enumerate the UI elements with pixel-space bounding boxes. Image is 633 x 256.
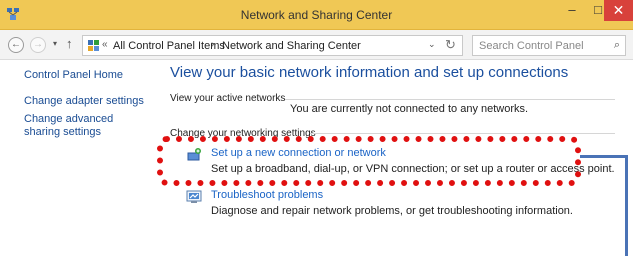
- divider: [285, 99, 615, 100]
- address-path[interactable]: « All Control Panel Items › Network and …: [82, 35, 463, 56]
- breadcrumb-overflow[interactable]: «: [102, 39, 108, 50]
- address-bar: ← → ▾ ↑ « All Control Panel Items › Netw…: [0, 30, 633, 60]
- breadcrumb-all-items[interactable]: All Control Panel Items: [113, 40, 225, 52]
- sidebar-item-advanced-sharing[interactable]: Change advanced sharing settings: [24, 113, 144, 139]
- overlay-frame: [580, 155, 628, 256]
- search-placeholder: Search Control Panel: [479, 40, 584, 52]
- back-button[interactable]: ←: [8, 37, 24, 53]
- page-title: View your basic network information and …: [170, 64, 569, 81]
- active-networks-title: View your active networks: [170, 93, 286, 104]
- control-panel-icon: [88, 40, 99, 51]
- minimize-button[interactable]: –: [559, 0, 585, 21]
- sidebar: Control Panel Home Change adapter settin…: [0, 61, 158, 256]
- refresh-icon[interactable]: ↻: [445, 37, 456, 53]
- breadcrumb-network-center[interactable]: Network and Sharing Center: [222, 40, 361, 52]
- search-icon[interactable]: ⌕: [614, 39, 620, 52]
- divider: [310, 133, 615, 134]
- troubleshoot-desc: Diagnose and repair network problems, or…: [211, 205, 573, 217]
- sidebar-item-control-panel-home[interactable]: Control Panel Home: [24, 69, 123, 82]
- forward-button[interactable]: →: [30, 37, 46, 53]
- chevron-down-icon[interactable]: ⌄: [428, 39, 436, 50]
- up-button[interactable]: ↑: [66, 36, 73, 51]
- window-title: Network and Sharing Center: [240, 8, 393, 22]
- troubleshoot-link[interactable]: Troubleshoot problems: [211, 189, 323, 201]
- network-status-text: You are currently not connected to any n…: [290, 103, 529, 115]
- breadcrumb-separator[interactable]: ›: [211, 39, 214, 50]
- highlight-annotation: [157, 136, 581, 186]
- search-input[interactable]: Search Control Panel ⌕: [472, 35, 626, 56]
- sidebar-item-adapter-settings[interactable]: Change adapter settings: [24, 95, 144, 108]
- close-button[interactable]: ✕: [604, 0, 633, 21]
- troubleshoot-icon: [186, 190, 202, 203]
- title-bar: Network and Sharing Center – □ ✕: [0, 0, 633, 30]
- recent-locations-button[interactable]: ▾: [53, 39, 57, 48]
